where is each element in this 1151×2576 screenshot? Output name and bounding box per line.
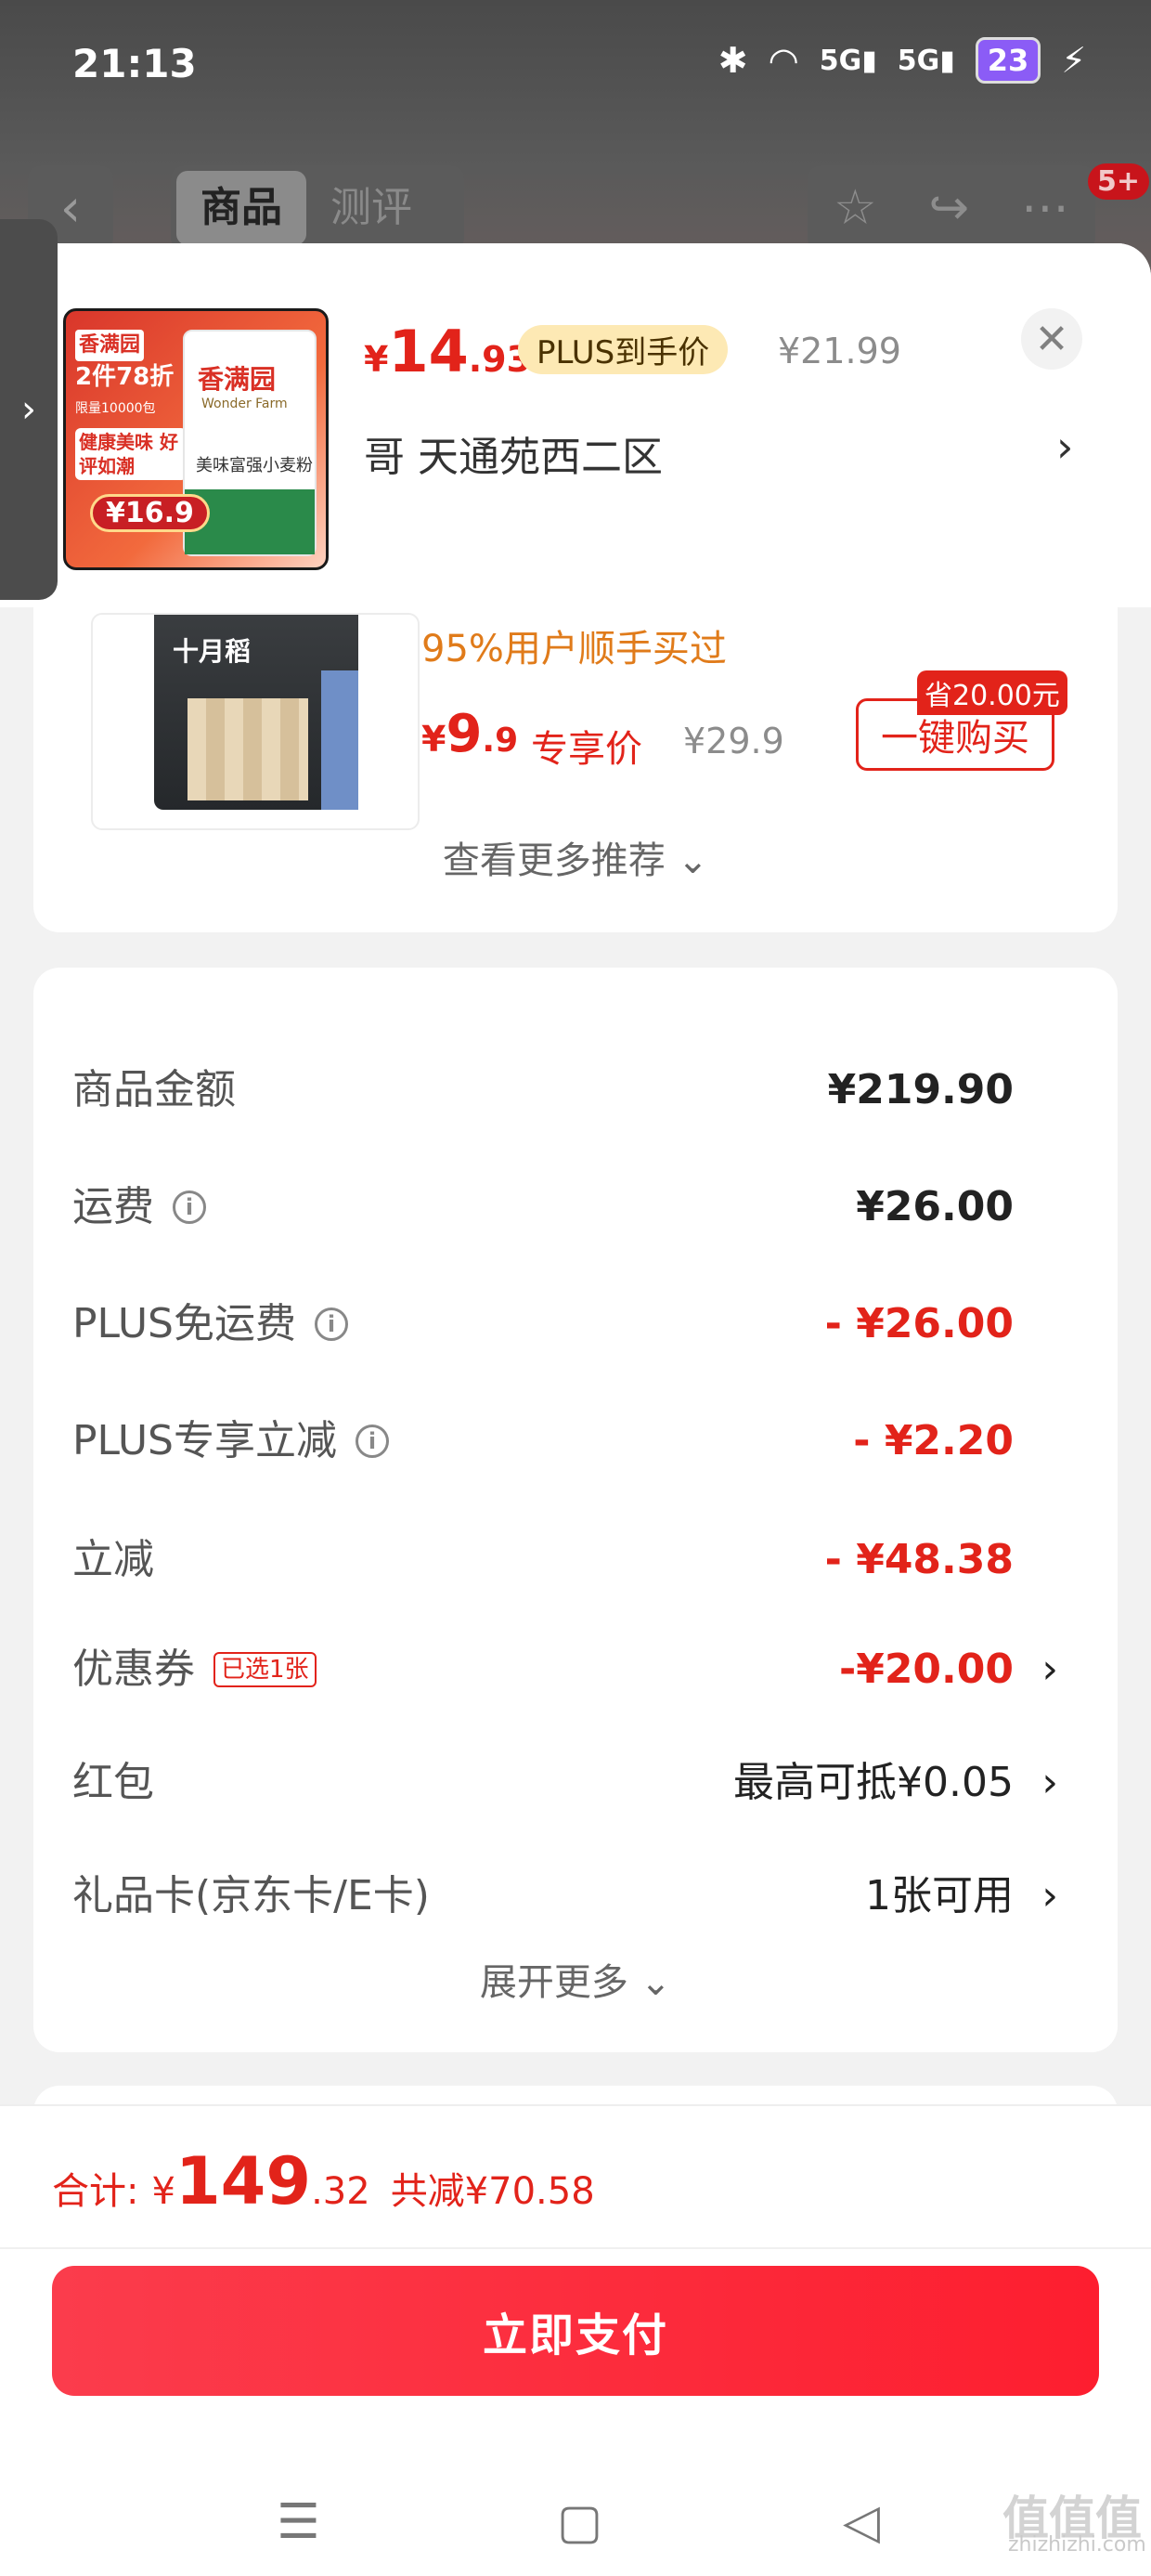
more-icon: ⋯ bbox=[1021, 180, 1069, 236]
status-bar: 21:13 ✱ ◠ 5G▮ 5G▮ 23 ⚡ bbox=[0, 0, 1151, 130]
star-icon: ☆ bbox=[833, 180, 877, 236]
tab-product: 商品 bbox=[176, 171, 306, 245]
expand-more[interactable]: 展开更多 ⌄ bbox=[33, 1952, 1118, 2006]
signal-icon-2: 5G▮ bbox=[897, 44, 955, 77]
charging-icon: ⚡ bbox=[1061, 40, 1086, 81]
chevron-down-icon: ⌄ bbox=[640, 1961, 672, 2004]
delivery-address[interactable]: 哥 天通苑西二区 bbox=[364, 423, 663, 483]
row-plus-free-shipping: PLUS免运费 i - ¥26.00 bbox=[72, 1300, 1014, 1347]
recommend-bought-rate: 95%用户顺手买过 bbox=[421, 628, 727, 670]
chevron-down-icon: ⌄ bbox=[677, 839, 709, 882]
total-saved: 共减¥70.58 bbox=[390, 2170, 595, 2213]
back-icon[interactable]: ◁ bbox=[843, 2494, 880, 2550]
status-time: 21:13 bbox=[72, 41, 197, 86]
checkout-bottom-bar: 合计: ¥149.32 共减¥70.58 立即支付 ☰ ▢ ◁ bbox=[0, 2104, 1151, 2576]
chevron-right-icon[interactable]: › bbox=[1056, 422, 1073, 472]
product-image-price-tag: ¥16.9 bbox=[90, 494, 210, 532]
row-instant-discount: 立减 - ¥48.38 bbox=[72, 1536, 1014, 1583]
status-icons: ✱ ◠ 5G▮ 5G▮ 23 ⚡ bbox=[718, 37, 1086, 84]
row-coupon[interactable]: 优惠券 已选1张 -¥20.00 › bbox=[72, 1633, 1075, 1707]
row-red-packet[interactable]: 红包 最高可抵¥0.05 › bbox=[72, 1746, 1075, 1820]
chevron-left-icon: ‹ bbox=[59, 177, 82, 239]
chevron-right-icon: › bbox=[21, 388, 36, 431]
save-tag: 省20.00元 bbox=[917, 670, 1067, 715]
close-icon: ✕ bbox=[1034, 315, 1069, 363]
recommend-original-price: ¥29.9 bbox=[683, 721, 784, 761]
recommend-price: ¥9.9 bbox=[421, 704, 519, 764]
pay-now-button[interactable]: 立即支付 bbox=[52, 2266, 1099, 2396]
see-more-recommend[interactable]: 查看更多推荐 ⌄ bbox=[33, 830, 1118, 884]
product-header: 香满园 2件78折 限量10000包 健康美味 好评如潮 香满园 Wonder … bbox=[0, 243, 1151, 607]
wifi-icon: ◠ bbox=[768, 40, 799, 81]
system-nav-bar: ☰ ▢ ◁ bbox=[0, 2478, 1151, 2576]
row-plus-discount: PLUS专享立减 i - ¥2.20 bbox=[72, 1417, 1014, 1464]
row-shipping: 运费 i ¥26.00 bbox=[72, 1183, 1014, 1230]
chevron-right-icon[interactable]: › bbox=[1041, 1633, 1058, 1707]
home-icon[interactable]: ▢ bbox=[557, 2494, 602, 2550]
chevron-right-icon[interactable]: › bbox=[1041, 1859, 1058, 1933]
chevron-right-icon[interactable]: › bbox=[1041, 1746, 1058, 1820]
recommend-exclusive-label: 专享价 bbox=[531, 728, 642, 771]
background-actions: ☆ ↪ ⋯ bbox=[808, 165, 1095, 251]
recommend-product-image[interactable]: 十月稻 bbox=[91, 613, 420, 830]
order-total: 合计: ¥149.32 共减¥70.58 bbox=[52, 2143, 595, 2219]
signal-icon-1: 5G▮ bbox=[819, 44, 877, 77]
battery-icon: 23 bbox=[975, 37, 1041, 84]
tab-review: 测评 bbox=[330, 184, 412, 231]
side-drawer-tab[interactable]: › bbox=[0, 219, 58, 600]
row-goods-amount: 商品金额 ¥219.90 bbox=[72, 1066, 1014, 1113]
coupon-selected-badge: 已选1张 bbox=[213, 1652, 317, 1687]
share-icon: ↪ bbox=[928, 180, 970, 236]
info-icon[interactable]: i bbox=[173, 1190, 206, 1224]
background-tabs: 商品 测评 bbox=[171, 165, 464, 251]
product-price: ¥14.93 bbox=[364, 318, 532, 385]
info-icon[interactable]: i bbox=[356, 1425, 389, 1458]
divider bbox=[0, 2247, 1151, 2249]
watermark-text: zhizhizhi.com bbox=[1008, 2533, 1146, 2556]
price-summary-card: 商品金额 ¥219.90 运费 i ¥26.00 PLUS免运费 i - ¥26.0… bbox=[33, 968, 1118, 2052]
info-icon[interactable]: i bbox=[315, 1308, 348, 1341]
plus-price-badge: PLUS到手价 bbox=[518, 325, 729, 374]
message-badge: 5+ bbox=[1088, 163, 1150, 200]
product-image: 香满园 2件78折 限量10000包 健康美味 好评如潮 香满园 Wonder … bbox=[63, 308, 329, 570]
bluetooth-icon: ✱ bbox=[718, 40, 748, 81]
product-promo: 香满园 2件78折 限量10000包 健康美味 好评如潮 bbox=[75, 328, 187, 480]
original-price: ¥21.99 bbox=[778, 331, 901, 371]
close-button[interactable]: ✕ bbox=[1021, 308, 1082, 370]
menu-icon[interactable]: ☰ bbox=[277, 2494, 320, 2550]
row-gift-card[interactable]: 礼品卡(京东卡/E卡) 1张可用 › bbox=[72, 1859, 1075, 1933]
